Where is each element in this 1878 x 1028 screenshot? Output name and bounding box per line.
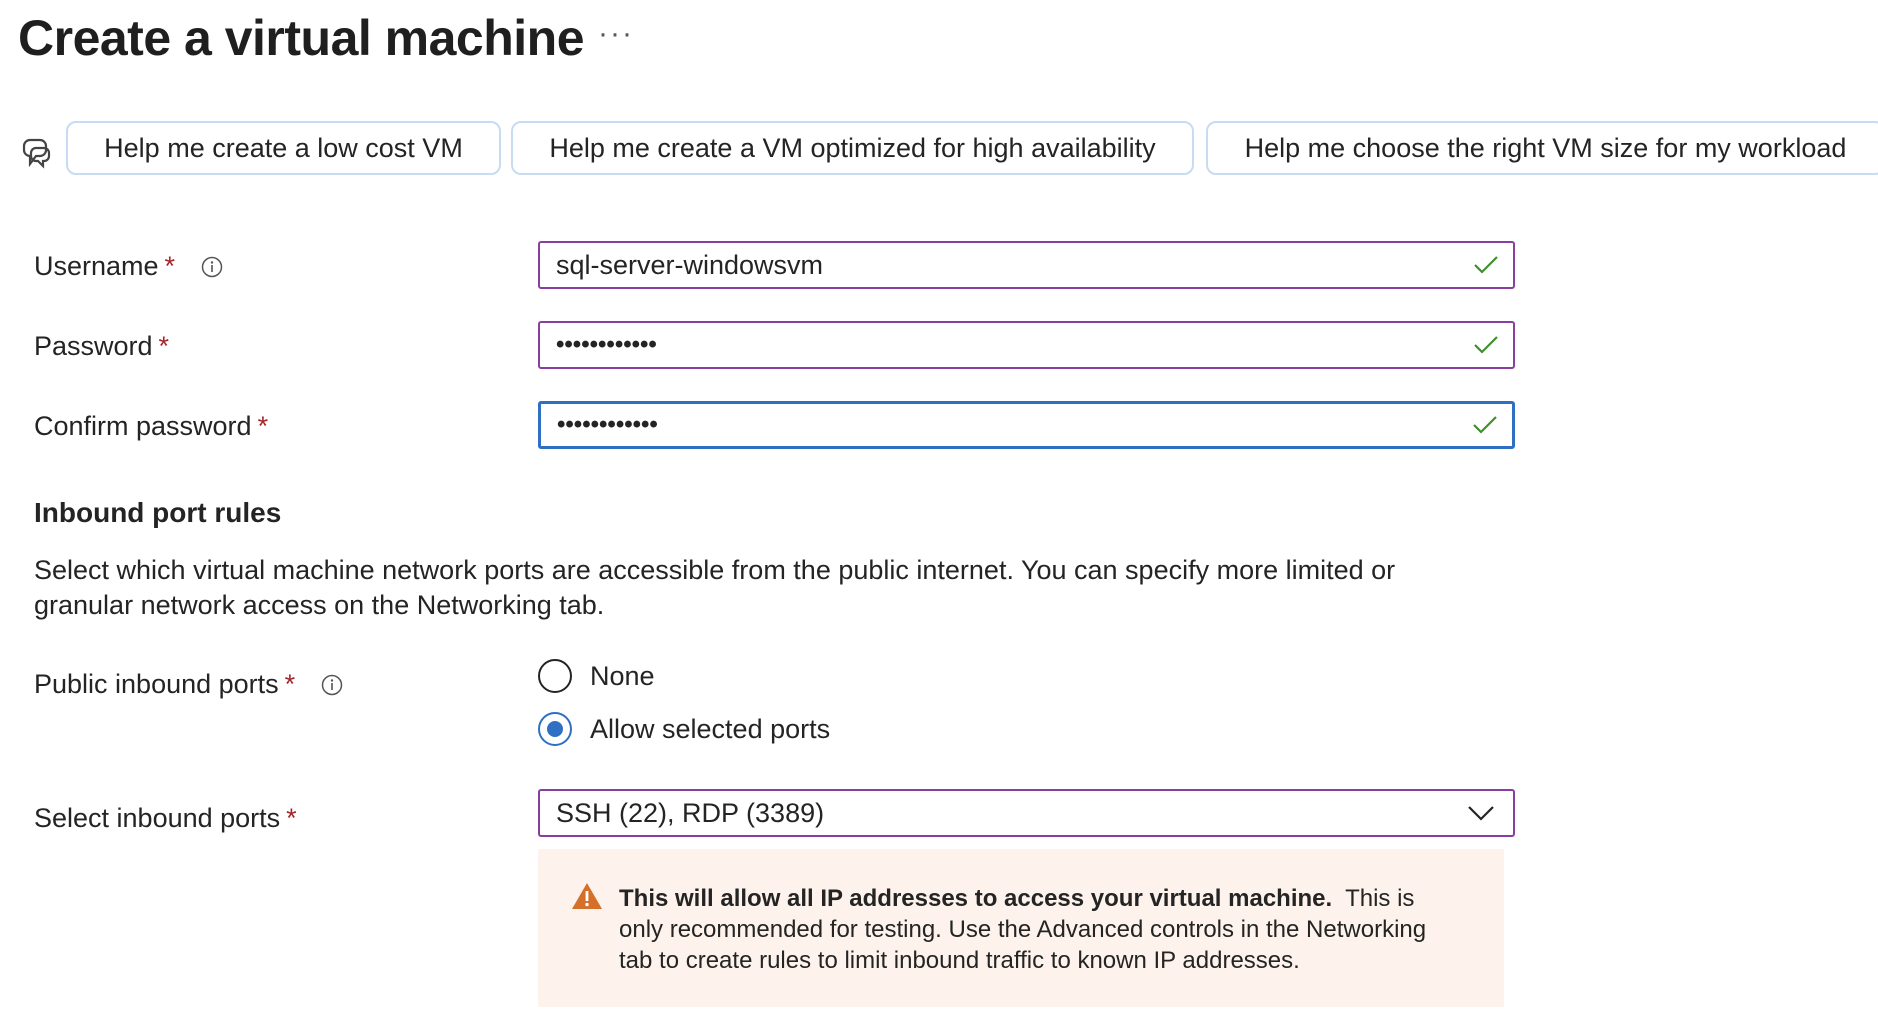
inbound-port-rules-description: Select which virtual machine network por… xyxy=(34,555,1396,620)
password-label: Password * xyxy=(34,331,170,361)
copilot-icon xyxy=(22,138,51,169)
username-input[interactable]: sql-server-windowsvm xyxy=(538,241,1515,289)
page-title: Create a virtual machine xyxy=(18,10,585,66)
valid-check-icon xyxy=(1473,416,1497,434)
username-label: Username * xyxy=(34,249,223,283)
select-inbound-ports-label: Select inbound ports * xyxy=(34,803,297,833)
chevron-down-icon xyxy=(1468,806,1494,821)
warning-icon xyxy=(572,883,602,909)
confirm-password-input[interactable]: •••••••••••• xyxy=(538,401,1515,449)
confirm-password-label: Confirm password * xyxy=(34,411,269,441)
inbound-port-rules-heading: Inbound port rules xyxy=(34,497,282,528)
required-asterisk: * xyxy=(257,411,269,441)
required-asterisk: * xyxy=(284,669,296,699)
warning-banner: This will allow all IP addresses to acce… xyxy=(538,849,1504,1007)
info-icon[interactable] xyxy=(201,256,223,278)
more-options-button[interactable]: ··· xyxy=(598,14,634,54)
public-inbound-ports-label: Public inbound ports * xyxy=(34,667,343,701)
required-asterisk: * xyxy=(286,803,297,833)
select-inbound-ports-dropdown[interactable]: SSH (22), RDP (3389) xyxy=(538,789,1515,837)
suggestion-low-cost-vm-button[interactable]: Help me create a low cost VM xyxy=(66,121,501,175)
suggestion-high-availability-button[interactable]: Help me create a VM optimized for high a… xyxy=(511,121,1194,175)
radio-button[interactable] xyxy=(538,659,572,693)
required-asterisk: * xyxy=(164,251,176,281)
info-icon[interactable] xyxy=(321,674,343,696)
suggestion-vm-size-button[interactable]: Help me choose the right VM size for my … xyxy=(1206,121,1878,175)
valid-check-icon xyxy=(1474,336,1498,354)
warning-title: This will allow all IP addresses to acce… xyxy=(619,885,1333,912)
radio-button-selected[interactable] xyxy=(538,712,572,746)
radio-none[interactable]: None xyxy=(538,659,655,693)
password-input[interactable]: •••••••••••• xyxy=(538,321,1515,369)
valid-check-icon xyxy=(1474,256,1498,274)
radio-allow-selected-ports[interactable]: Allow selected ports xyxy=(538,712,830,746)
required-asterisk: * xyxy=(158,331,170,361)
